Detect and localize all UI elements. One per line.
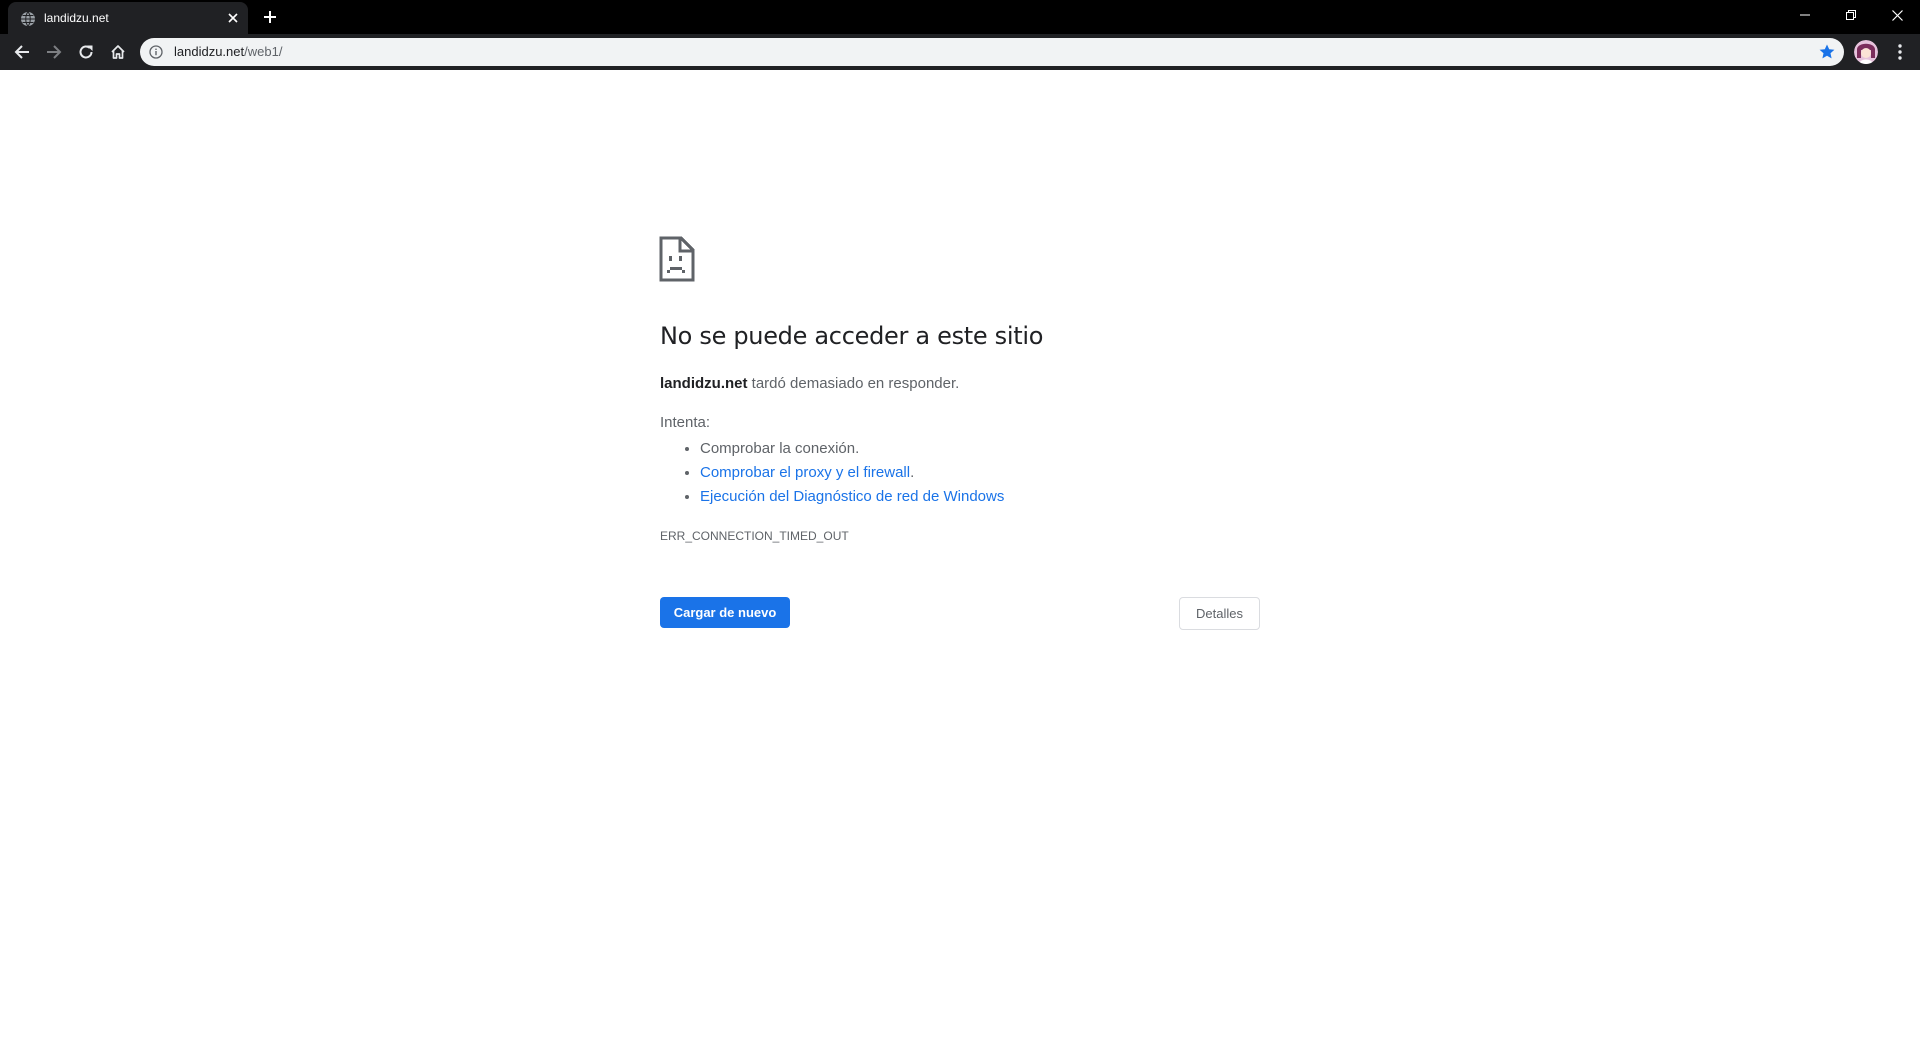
suggestions-list: Comprobar la conexión. Comprobar el prox… bbox=[660, 437, 1004, 509]
details-button[interactable]: Detalles bbox=[1179, 597, 1260, 630]
suggestion-check-connection: Comprobar la conexión. bbox=[700, 437, 1004, 461]
home-button[interactable] bbox=[104, 38, 132, 66]
close-icon bbox=[1891, 9, 1903, 21]
tab-title: landidzu.net bbox=[44, 11, 109, 25]
minimize-icon bbox=[1800, 14, 1810, 16]
check-proxy-firewall-link[interactable]: Comprobar el proxy y el firewall bbox=[700, 464, 910, 481]
globe-icon bbox=[21, 11, 35, 27]
plus-icon bbox=[264, 11, 276, 23]
error-description-text: tardó demasiado en responder. bbox=[747, 375, 960, 392]
suggestions-heading: Intenta: bbox=[660, 414, 711, 431]
tab-close-icon[interactable] bbox=[224, 9, 242, 27]
forward-button[interactable] bbox=[40, 38, 68, 66]
more-vert-icon bbox=[1898, 44, 1902, 60]
restore-button[interactable] bbox=[1828, 0, 1874, 30]
bookmark-star-icon[interactable] bbox=[1818, 43, 1836, 61]
error-description: landidzu.net tardó demasiado en responde… bbox=[660, 375, 959, 392]
new-tab-button[interactable] bbox=[258, 5, 282, 29]
back-arrow-icon bbox=[14, 45, 29, 59]
network-diagnostics-link[interactable]: Ejecución del Diagnóstico de red de Wind… bbox=[700, 488, 1004, 505]
forward-arrow-icon bbox=[47, 45, 62, 59]
url-text[interactable]: landidzu.net/web1/ bbox=[174, 38, 282, 66]
error-title: No se puede acceder a este sitio bbox=[660, 322, 1044, 350]
browser-tab[interactable]: landidzu.net bbox=[8, 2, 248, 34]
suggestion-suffix: . bbox=[910, 464, 915, 481]
info-icon[interactable] bbox=[148, 44, 164, 60]
address-bar[interactable]: landidzu.net/web1/ bbox=[140, 38, 1844, 66]
restore-icon bbox=[1846, 10, 1856, 20]
tab-strip: landidzu.net bbox=[0, 0, 1920, 34]
minimize-button[interactable] bbox=[1782, 0, 1828, 30]
browser-menu-button[interactable] bbox=[1886, 38, 1914, 66]
suggestion-text: Comprobar la conexión. bbox=[700, 440, 860, 457]
reload-icon bbox=[79, 45, 93, 59]
back-button[interactable] bbox=[8, 38, 36, 66]
url-host: landidzu.net bbox=[174, 44, 245, 59]
home-icon bbox=[111, 45, 125, 59]
suggestion-check-proxy: Comprobar el proxy y el firewall. bbox=[700, 461, 1004, 485]
suggestion-network-diagnostics: Ejecución del Diagnóstico de red de Wind… bbox=[700, 485, 1004, 509]
close-window-button[interactable] bbox=[1874, 0, 1920, 30]
error-host: landidzu.net bbox=[660, 375, 748, 392]
reload-button[interactable] bbox=[72, 38, 100, 66]
sad-page-icon bbox=[659, 236, 695, 282]
page-content: No se puede acceder a este sitio landidz… bbox=[0, 70, 1920, 1039]
profile-avatar[interactable] bbox=[1854, 40, 1878, 64]
browser-toolbar: landidzu.net/web1/ bbox=[0, 34, 1920, 70]
error-code: ERR_CONNECTION_TIMED_OUT bbox=[660, 529, 849, 543]
url-path: /web1/ bbox=[244, 44, 283, 59]
reload-page-button[interactable]: Cargar de nuevo bbox=[660, 597, 790, 628]
